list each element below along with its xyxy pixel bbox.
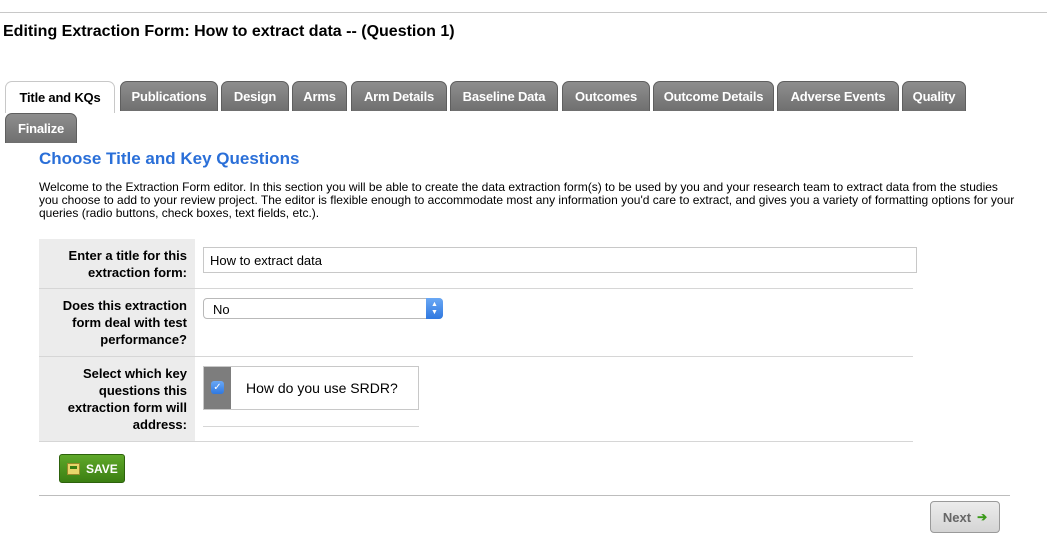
next-button[interactable]: Next ➔ (930, 501, 1000, 533)
tab-outcomes[interactable]: Outcomes (562, 81, 650, 111)
next-button-label: Next (942, 509, 972, 525)
tab-baseline-data[interactable]: Baseline Data (450, 81, 558, 111)
tab-quality[interactable]: Quality (902, 81, 966, 111)
page-title: Editing Extraction Form: How to extract … (3, 23, 455, 40)
test-performance-select[interactable]: No ▲ ▼ (203, 298, 443, 319)
top-divider (0, 12, 1047, 13)
key-questions-row: Select which key questions this extracti… (39, 357, 913, 442)
tab-title-and-kqs[interactable]: Title and KQs (5, 81, 115, 113)
bottom-divider (39, 495, 1010, 496)
title-row: Enter a title for this extraction form: (39, 239, 917, 289)
title-label: Enter a title for this extraction form: (39, 239, 195, 288)
checkbox-checked-icon[interactable]: ✓ (211, 381, 224, 394)
tab-finalize[interactable]: Finalize (5, 113, 77, 143)
arrow-right-icon: ➔ (977, 510, 988, 524)
save-button[interactable]: SAVE (59, 454, 125, 483)
tab-arms[interactable]: Arms (292, 81, 347, 111)
key-questions-label: Select which key questions this extracti… (39, 357, 195, 441)
tab-adverse-events[interactable]: Adverse Events (777, 81, 899, 111)
select-arrows-icon: ▲ ▼ (426, 298, 443, 319)
tab-design[interactable]: Design (221, 81, 289, 111)
checkbox-cell: ✓ (204, 367, 231, 409)
key-question-option[interactable]: ✓ How do you use SRDR? (203, 366, 419, 410)
tab-publications[interactable]: Publications (120, 81, 218, 111)
intro-text: Welcome to the Extraction Form editor. I… (39, 180, 1015, 220)
key-question-divider (203, 426, 419, 427)
save-icon (67, 462, 80, 475)
test-performance-value: No (213, 302, 230, 317)
section-title: Choose Title and Key Questions (39, 149, 300, 168)
tab-outcome-details[interactable]: Outcome Details (653, 81, 774, 111)
tab-arm-details[interactable]: Arm Details (351, 81, 447, 111)
test-performance-row: Does this extraction form deal with test… (39, 289, 913, 357)
form-title-input[interactable] (203, 247, 917, 273)
save-button-label: SAVE (86, 461, 118, 476)
test-performance-label: Does this extraction form deal with test… (39, 289, 195, 356)
key-question-label: How do you use SRDR? (246, 380, 398, 396)
